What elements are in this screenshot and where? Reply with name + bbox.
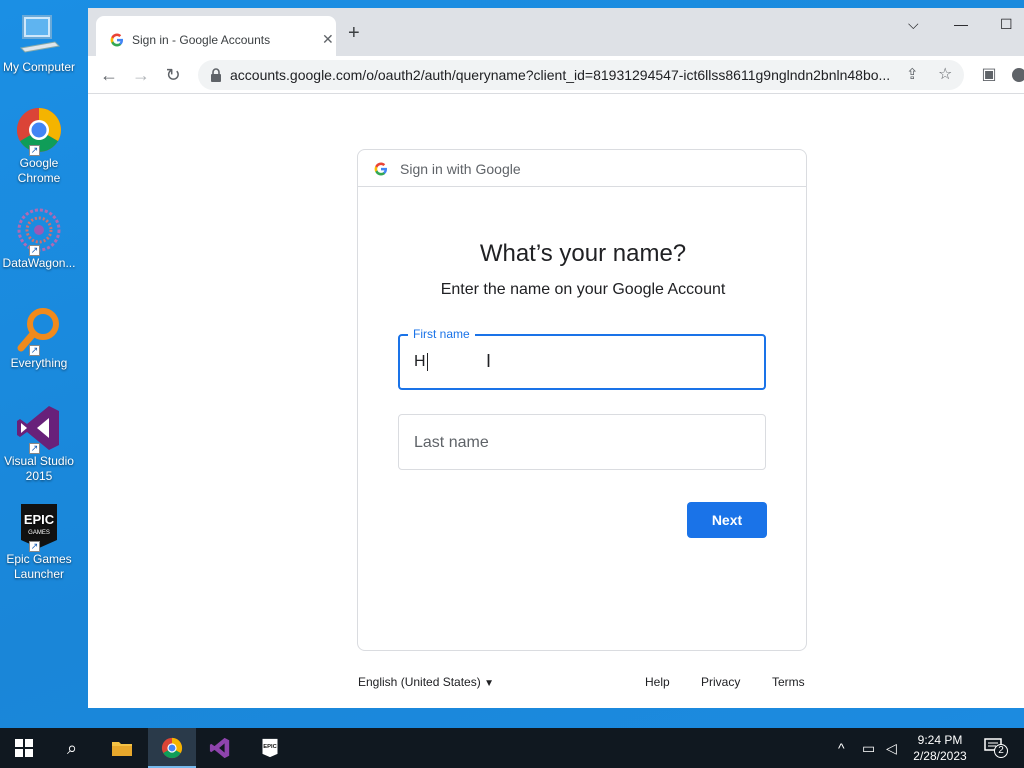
shortcut-arrow-icon: ↗ [29,145,40,156]
taskbar: ⌕ EPIC ^ ▭ ◁ 9:24 PM 2/28/2023 2 [0,728,1024,768]
first-name-label: First name [408,327,475,341]
clock-date: 2/28/2023 [913,749,967,763]
desktop-icon-visual-studio[interactable]: ↗ Visual Studio 2015 [0,404,78,484]
desktop-icon-label: My Computer [2,60,76,74]
lock-icon [211,68,221,82]
language-selector[interactable]: English (United States) ▼ [358,675,494,689]
text-caret [426,353,428,371]
magnifier-icon: ↗ [15,306,63,356]
file-explorer-icon[interactable] [98,728,146,768]
page-content: Sign in with Google What’s your name? En… [88,95,1024,708]
desktop-icon-epic-games[interactable]: EPIC GAMES ↗ Epic Games Launcher [0,502,78,582]
epic-games-taskbar-icon[interactable]: EPIC [246,728,294,768]
shortcut-arrow-icon: ↗ [29,541,40,552]
forward-arrow-icon[interactable]: → [130,64,152,86]
page-subtitle: Enter the name on your Google Account [440,281,726,298]
privacy-link[interactable]: Privacy [701,675,740,689]
start-button[interactable] [0,728,48,768]
chrome-icon: ↗ [15,106,63,156]
first-name-input[interactable]: H [414,353,428,371]
new-tab-button[interactable]: + [348,22,360,45]
bookmark-star-icon[interactable]: ☆ [938,64,952,84]
desktop-icon-my-computer[interactable]: My Computer [0,10,78,75]
tab-search-icon[interactable]: ⌵ [908,16,919,33]
visual-studio-taskbar-icon[interactable] [196,728,244,768]
address-bar[interactable]: accounts.google.com/o/oauth2/auth/queryn… [198,60,964,90]
tab-strip: Sign in - Google Accounts ✕ + ⌵ — ☐ [88,8,1024,56]
visual-studio-icon: ↗ [15,404,63,454]
last-name-field[interactable]: Last name [398,414,766,470]
svg-text:EPIC: EPIC [263,744,277,750]
notification-badge: 2 [994,744,1008,758]
windows-icon [15,738,33,757]
search-icon[interactable]: ⌕ [48,728,96,768]
shortcut-arrow-icon: ↗ [29,443,40,454]
clock-time: 9:24 PM [917,733,963,747]
svg-text:EPIC: EPIC [24,512,55,527]
first-name-value: H [414,353,426,371]
browser-window: Sign in - Google Accounts ✕ + ⌵ — ☐ ← → … [88,8,1024,708]
card-header: Sign in with Google [358,150,806,187]
datawagon-icon: ↗ [15,206,63,256]
network-icon[interactable]: ▭ [862,728,875,768]
profile-avatar[interactable] [1012,68,1024,82]
minimize-button[interactable]: — [954,16,968,32]
chrome-taskbar-icon[interactable] [148,728,196,768]
desktop-icon-google-chrome[interactable]: ↗ Google Chrome [0,106,78,186]
browser-toolbar: ← → ↻ accounts.google.com/o/oauth2/auth/… [88,56,1024,94]
share-icon[interactable]: ⇪ [906,65,919,83]
reload-icon[interactable]: ↻ [162,64,184,86]
desktop-icon-label: Epic Games Launcher [6,552,72,581]
tab-title: Sign in - Google Accounts [132,33,271,47]
svg-text:GAMES: GAMES [28,530,50,536]
url-text: accounts.google.com/o/oauth2/auth/queryn… [230,67,890,83]
shortcut-arrow-icon: ↗ [29,345,40,356]
help-link[interactable]: Help [645,675,670,689]
sidebar-icon[interactable]: ▣ [978,64,1000,86]
desktop-icon-label: DataWagon... [2,256,76,270]
google-g-icon [374,162,387,176]
computer-icon [15,10,63,58]
card-header-label: Sign in with Google [400,161,521,177]
back-arrow-icon[interactable]: ← [98,64,120,86]
close-icon[interactable]: ✕ [322,31,334,48]
tab-sign-in[interactable]: Sign in - Google Accounts ✕ [96,16,336,56]
chevron-up-icon[interactable]: ^ [838,728,845,768]
first-name-field[interactable]: First name H I [398,327,766,390]
last-name-placeholder: Last name [414,434,489,451]
page-title: What’s your name? [479,240,687,267]
language-label: English (United States) [358,675,481,689]
shortcut-arrow-icon: ↗ [29,245,40,256]
caret-down-icon: ▼ [484,678,494,689]
sign-in-card: Sign in with Google What’s your name? En… [357,149,807,651]
desktop-icon-label: Everything [10,356,68,370]
text-cursor-icon: I [486,351,492,371]
terms-link[interactable]: Terms [772,675,805,689]
desktop-icon-label: Google Chrome [17,156,61,185]
notification-center-icon[interactable]: 2 [984,738,1010,758]
next-button[interactable]: Next [687,502,767,538]
google-g-icon [110,33,123,47]
taskbar-clock[interactable]: 9:24 PM 2/28/2023 [905,732,975,764]
maximize-button[interactable]: ☐ [1000,16,1013,33]
desktop-icon-label: Visual Studio 2015 [4,454,74,483]
volume-icon[interactable]: ◁ [886,728,897,768]
epic-games-icon: EPIC GAMES ↗ [15,502,63,552]
desktop-icon-datawagon[interactable]: ↗ DataWagon... [0,206,78,271]
desktop-icon-everything[interactable]: ↗ Everything [0,306,78,371]
